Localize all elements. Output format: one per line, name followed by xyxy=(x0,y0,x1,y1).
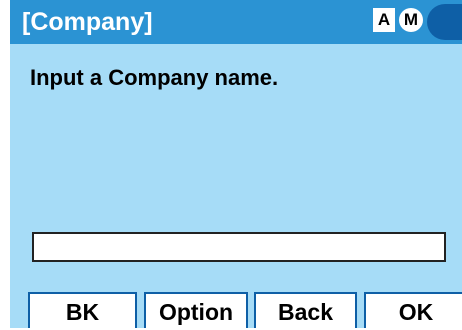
company-name-input[interactable] xyxy=(32,232,446,262)
phone-display: [Company] A M Input a Company name. BK O… xyxy=(10,0,462,328)
status-corner-icon xyxy=(427,4,462,40)
softkey-back[interactable]: Back xyxy=(254,292,357,328)
screen-title: [Company] xyxy=(22,8,153,36)
softkey-option[interactable]: Option xyxy=(144,292,248,328)
softkey-bk[interactable]: BK xyxy=(28,292,137,328)
input-mode-a-indicator: A xyxy=(373,8,395,32)
input-mode-m-indicator: M xyxy=(399,8,423,32)
title-bar: [Company] A M xyxy=(10,0,462,44)
softkey-ok[interactable]: OK xyxy=(364,292,462,328)
instruction-text: Input a Company name. xyxy=(30,65,279,90)
